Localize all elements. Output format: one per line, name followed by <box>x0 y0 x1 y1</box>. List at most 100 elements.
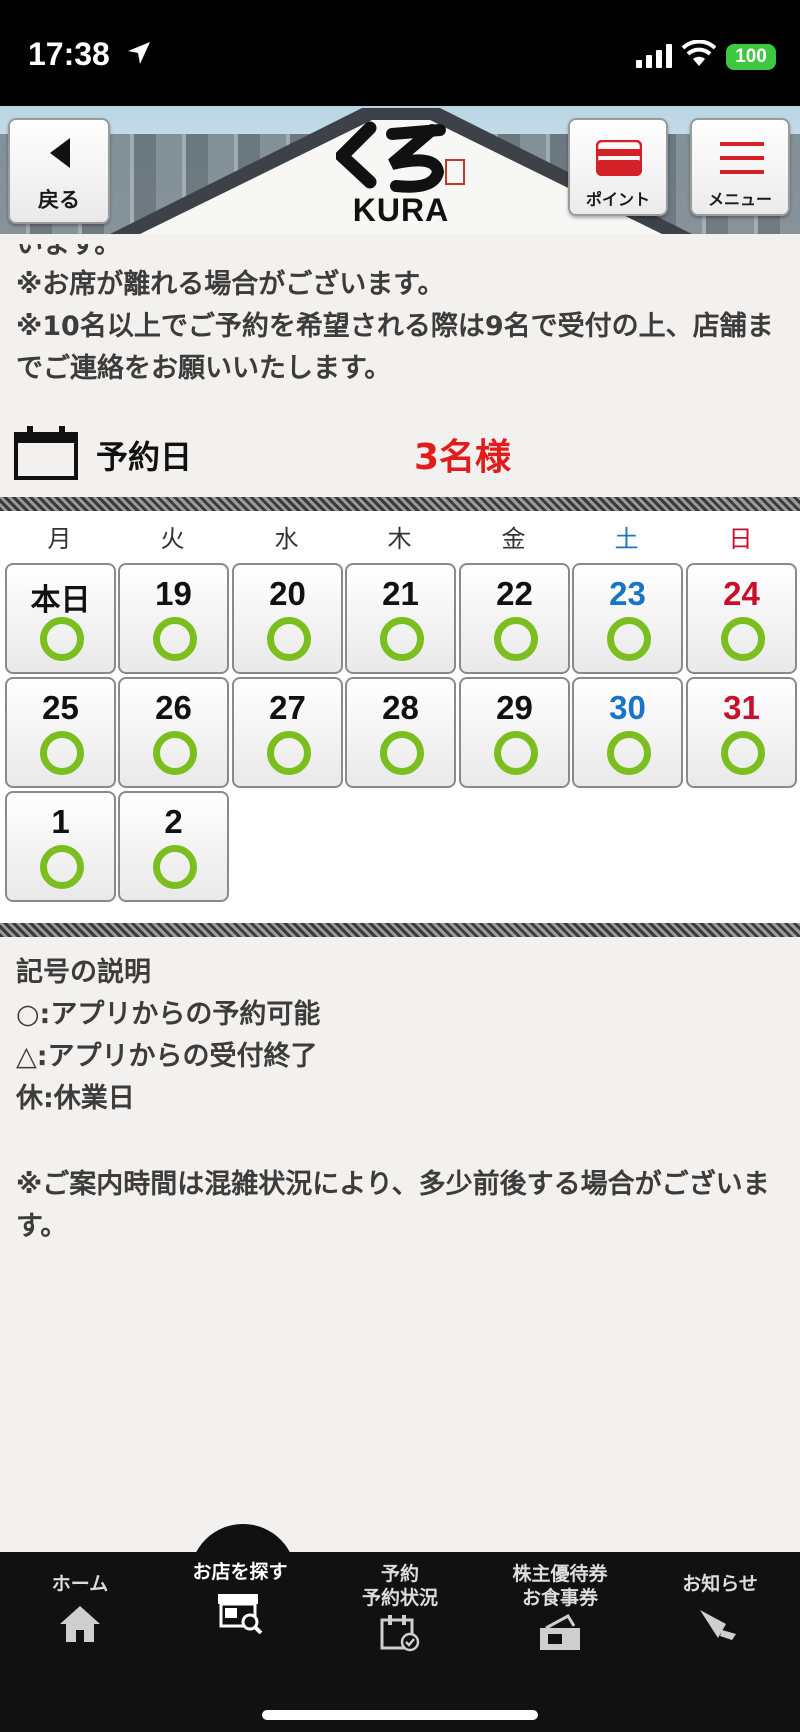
calendar-day[interactable]: 20 <box>232 563 343 674</box>
available-circle-icon <box>607 731 651 775</box>
calendar-day-sunday[interactable]: 24 <box>686 563 797 674</box>
calendar-day[interactable]: 1 <box>5 791 116 902</box>
calendar-day[interactable]: 2 <box>118 791 229 902</box>
available-circle-icon <box>721 617 765 661</box>
available-circle-icon <box>267 731 311 775</box>
back-button-label: 戻る <box>38 188 80 212</box>
day-number: 2 <box>164 803 183 840</box>
calendar-day-saturday[interactable]: 30 <box>572 677 683 788</box>
divider-stripe <box>0 497 800 511</box>
party-size: 3名様 <box>414 437 512 478</box>
available-circle-icon <box>380 731 424 775</box>
available-circle-icon <box>40 617 84 661</box>
available-circle-icon <box>153 845 197 889</box>
available-circle-icon <box>153 731 197 775</box>
tab-reservation[interactable]: 予約 予約状況 <box>320 1562 480 1652</box>
weekday-header: 火 <box>160 525 185 553</box>
points-button-label: ポイント <box>585 190 650 209</box>
available-circle-icon <box>40 731 84 775</box>
cellular-signal-icon <box>636 44 672 68</box>
home-indicator <box>262 1710 538 1720</box>
status-bar: 17:38 100 <box>0 0 800 106</box>
home-icon <box>60 1606 100 1642</box>
weekday-header: 金 <box>501 525 526 553</box>
tab-label: 予約 予約状況 <box>320 1562 480 1610</box>
calendar-day[interactable]: 27 <box>232 677 343 788</box>
weekday-header: 月 <box>47 525 72 553</box>
available-circle-icon <box>494 731 538 775</box>
weekday-header-sunday: 日 <box>728 525 753 553</box>
calendar-icon <box>14 426 78 480</box>
menu-button[interactable]: メニュー <box>690 118 790 216</box>
tab-shareholder-ticket[interactable]: 株主優待券 お食事券 <box>480 1562 640 1652</box>
available-circle-icon <box>153 617 197 661</box>
available-circle-icon <box>380 617 424 661</box>
guidance-notice: ※ご案内時間は混雑状況により、多少前後する場合がございます。 <box>16 1169 770 1242</box>
legend-title: 記号の説明 <box>16 957 151 988</box>
day-number: 20 <box>269 575 306 612</box>
tab-label: お知らせ <box>682 1573 758 1595</box>
hamburger-menu-icon <box>720 142 764 174</box>
day-number: 1 <box>51 803 70 840</box>
day-number: 30 <box>609 689 646 726</box>
available-circle-icon <box>607 617 651 661</box>
day-number: 27 <box>269 689 306 726</box>
intro-notes: ※お席が離れる場合がございます。 ※10名以上でご予約を希望される際は9名で受付… <box>16 264 786 390</box>
available-circle-icon <box>494 617 538 661</box>
location-arrow-icon <box>128 42 150 64</box>
calendar-day-today[interactable]: 本日 <box>5 563 116 674</box>
points-button[interactable]: ポイント <box>568 118 668 216</box>
logo-text: KURA <box>352 192 450 228</box>
calendar-day-saturday[interactable]: 23 <box>572 563 683 674</box>
calendar-day[interactable]: 26 <box>118 677 229 788</box>
day-number: 29 <box>496 689 533 726</box>
symbol-legend: 記号の説明 ○:アプリからの予約可能 △:アプリからの受付終了 休:休業日 <box>16 952 786 1120</box>
kura-logo: KURA <box>332 120 466 228</box>
weekday-header-saturday: 土 <box>614 525 639 553</box>
calendar-day[interactable]: 22 <box>459 563 570 674</box>
calendar-day[interactable]: 25 <box>5 677 116 788</box>
available-circle-icon <box>40 845 84 889</box>
bottom-tab-bar: ホーム お店を探す 予約 予約状況 株主優待券 お食事券 お知らせ <box>0 1524 800 1732</box>
tab-label-text: 株主優待券 お食事券 <box>512 1563 608 1609</box>
tab-notifications[interactable]: お知らせ <box>640 1572 800 1642</box>
day-number: 19 <box>155 575 192 612</box>
back-button[interactable]: 戻る <box>8 118 110 224</box>
legend-item: △:アプリからの受付終了 <box>16 1041 318 1072</box>
intro-note: ※10名以上でご予約を希望される際は9名で受付の上、店舗までご連絡をお願いいたし… <box>16 311 774 384</box>
wifi-icon <box>682 40 716 66</box>
divider-stripe <box>0 923 800 937</box>
day-number: 31 <box>723 689 760 726</box>
megaphone-icon <box>700 1610 736 1640</box>
calendar-day[interactable]: 19 <box>118 563 229 674</box>
reservation-date-row: 予約日 3名様 <box>14 424 794 484</box>
reservation-calendar: 月 火 水 木 金 土 日 本日 19 20 21 22 23 24 25 26 <box>0 511 800 923</box>
reservation-date-label: 予約日 <box>96 438 193 476</box>
tab-find-store[interactable]: お店を探す <box>160 1560 320 1634</box>
back-arrow-icon <box>50 138 70 168</box>
store-search-icon <box>218 1594 263 1634</box>
day-number: 24 <box>723 575 760 612</box>
points-card-icon <box>596 140 642 176</box>
calendar-day[interactable]: 28 <box>345 677 456 788</box>
status-time: 17:38 <box>28 36 110 72</box>
app-header: 戻る KURA ポイント メニュー <box>0 106 800 234</box>
tab-label: ホーム <box>51 1573 109 1595</box>
menu-button-label: メニュー <box>707 190 772 209</box>
calendar-check-icon <box>380 1615 420 1652</box>
tab-home[interactable]: ホーム <box>0 1572 160 1644</box>
weekday-header: 木 <box>387 525 412 553</box>
tab-label-text: 予約 予約状況 <box>361 1563 438 1609</box>
weekday-header: 水 <box>274 525 299 553</box>
available-circle-icon <box>721 731 765 775</box>
day-number: 21 <box>382 575 419 612</box>
legend-item: 休:休業日 <box>16 1083 135 1114</box>
calendar-day[interactable]: 29 <box>459 677 570 788</box>
intro-note: ※お席が離れる場合がございます。 <box>16 269 445 300</box>
calendar-day[interactable]: 21 <box>345 563 456 674</box>
kura-logo-mark-icon <box>332 121 465 193</box>
calendar-day-sunday[interactable]: 31 <box>686 677 797 788</box>
day-number: 25 <box>42 689 79 726</box>
ticket-icon <box>540 1614 580 1650</box>
legend-item: ○:アプリからの予約可能 <box>16 999 321 1030</box>
